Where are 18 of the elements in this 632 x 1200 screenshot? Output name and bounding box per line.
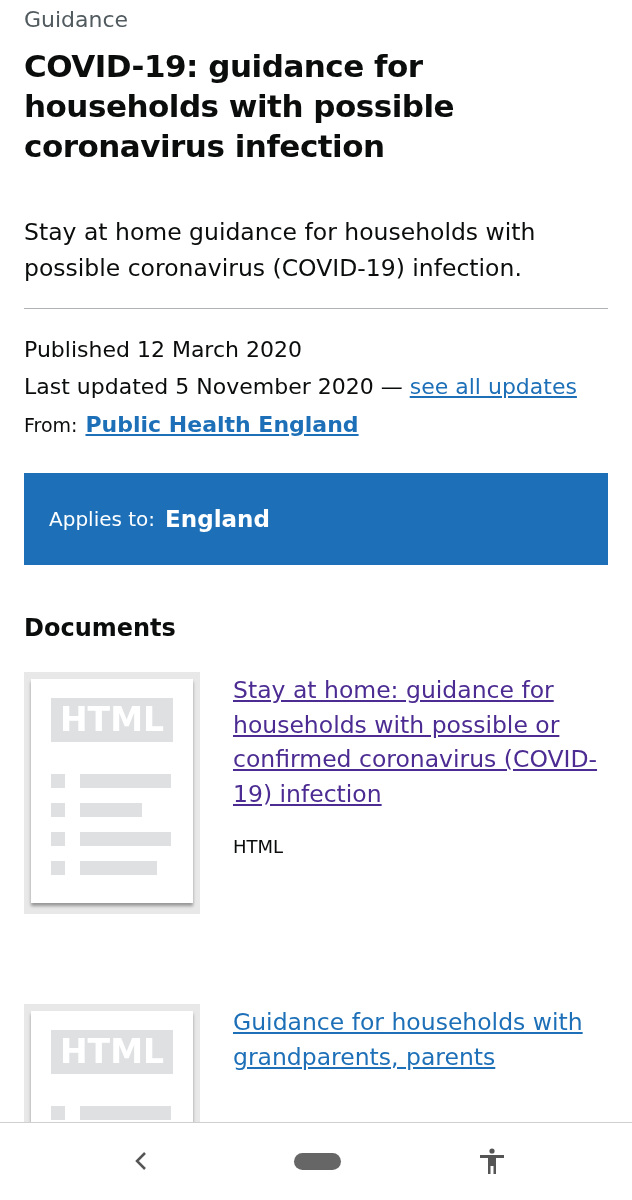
published-date: Published 12 March 2020 <box>24 336 303 364</box>
home-handle[interactable] <box>294 1153 341 1170</box>
document-format: HTML <box>233 835 285 859</box>
last-updated-date: Last updated 5 November 2020 — <box>24 374 403 399</box>
page-caption: Guidance <box>24 6 130 34</box>
see-all-updates-link[interactable]: see all updates <box>409 374 577 399</box>
document-link[interactable]: Stay at home: guidance for households with possible or confirmed coronavirus (COVID-19) infection <box>233 673 608 811</box>
section-heading: Documents <box>24 613 177 644</box>
back-icon[interactable] <box>134 1151 148 1171</box>
applies-to-label: Applies to: <box>49 506 156 533</box>
document-link[interactable]: Guidance for households with grandparents, parents <box>233 1005 608 1074</box>
from-label: From: <box>24 413 78 438</box>
page-title: COVID-19: guidance for households with possible coronavirus infection <box>24 47 456 166</box>
lead-paragraph: Stay at home guidance for households with possible coronavirus (COVID-19) infection. <box>24 217 537 284</box>
accessibility-icon[interactable] <box>478 1147 506 1175</box>
organisation-link[interactable]: Public Health England <box>85 408 359 441</box>
list-lines-icon <box>51 774 171 876</box>
applies-to-value: England <box>165 504 270 534</box>
